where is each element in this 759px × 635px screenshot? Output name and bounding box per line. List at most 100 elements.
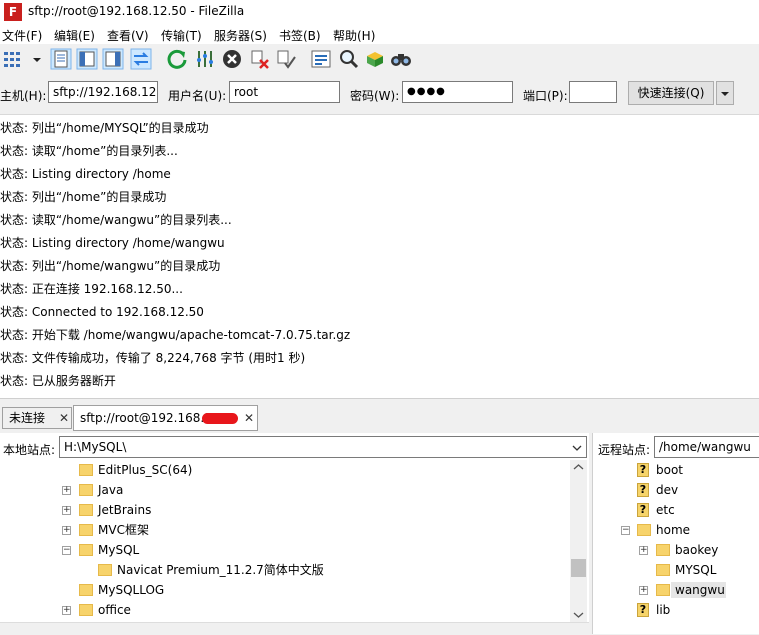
process-queue-icon[interactable]: [194, 48, 216, 70]
site-manager-icon[interactable]: [2, 48, 24, 70]
search-remote-files-icon[interactable]: [390, 48, 412, 70]
reconnect-icon[interactable]: [275, 48, 297, 70]
site-manager-dropdown-icon[interactable]: [26, 48, 41, 70]
expand-icon[interactable]: +: [62, 506, 71, 515]
menu-view[interactable]: 查看(V): [107, 27, 149, 44]
refresh-icon[interactable]: [166, 48, 188, 70]
tree-item[interactable]: − home: [593, 520, 759, 540]
local-file-list-header: [0, 622, 589, 635]
tree-item[interactable]: + MVC框架: [0, 520, 570, 540]
tree-item-label: MySQLLOG: [98, 583, 165, 597]
tab-not-connected[interactable]: 未连接 ✕: [2, 407, 72, 429]
menu-bar: 文件(F) 编辑(E) 查看(V) 传输(T) 服务器(S) 书签(B) 帮助(…: [0, 25, 759, 44]
close-icon[interactable]: ✕: [244, 406, 254, 430]
menu-edit[interactable]: 编辑(E): [54, 27, 95, 44]
tree-item[interactable]: − MySQL: [0, 540, 570, 560]
tree-item-label: baokey: [675, 543, 719, 557]
tree-item[interactable]: ? dev: [593, 480, 759, 500]
close-icon[interactable]: ✕: [59, 408, 69, 428]
tree-item[interactable]: + Java: [0, 480, 570, 500]
host-input[interactable]: sftp://192.168.12.50: [48, 81, 158, 103]
port-label: 端口(P):: [523, 89, 568, 103]
local-path-input[interactable]: H:\MySQL\: [59, 436, 587, 458]
unknown-folder-icon: ?: [637, 603, 649, 617]
menu-server[interactable]: 服务器(S): [214, 27, 267, 44]
tree-item[interactable]: + baokey: [593, 540, 759, 560]
tree-item[interactable]: ? lib: [593, 600, 759, 620]
remote-site-panel: 远程站点: /home/wangwu ? boot ? dev ? etc − …: [592, 433, 759, 634]
menu-help[interactable]: 帮助(H): [333, 27, 375, 44]
quickconnect-dropdown[interactable]: [716, 81, 734, 105]
tree-item-label: MySQL: [98, 543, 140, 557]
chevron-down-icon[interactable]: [572, 443, 582, 453]
cancel-operation-icon[interactable]: [221, 48, 243, 70]
tree-item-label: etc: [656, 503, 675, 517]
redaction-mark: [202, 413, 238, 424]
tree-item[interactable]: ? etc: [593, 500, 759, 520]
tab-label: sftp://root@192.168.1: [80, 411, 212, 425]
filezilla-logo-icon: F: [4, 3, 22, 21]
tree-item[interactable]: + office: [0, 600, 570, 620]
local-site-label: 本地站点:: [3, 443, 56, 457]
quickconnect-bar: 主机(H): sftp://192.168.12.50 用户名(U): root…: [0, 76, 759, 115]
toggle-transfer-queue-icon[interactable]: [130, 48, 152, 70]
folder-icon: [656, 564, 670, 576]
disconnect-icon[interactable]: [249, 48, 271, 70]
window-title: sftp://root@192.168.12.50 - FileZilla: [28, 4, 245, 18]
folder-icon: [656, 544, 670, 556]
tree-item[interactable]: + wangwu: [593, 580, 759, 600]
tree-item-label: dev: [656, 483, 679, 497]
tree-item-label: MVC框架: [98, 523, 149, 537]
scrollbar-thumb[interactable]: [571, 559, 586, 577]
tree-item[interactable]: MySQLLOG: [0, 580, 570, 600]
menu-transfer[interactable]: 传输(T): [161, 27, 202, 44]
folder-icon: [656, 584, 670, 596]
chevron-down-icon[interactable]: [573, 611, 584, 619]
log-line: 状态: Listing directory /home: [0, 167, 171, 181]
directory-comparison-icon[interactable]: [338, 48, 360, 70]
tab-sftp-connection[interactable]: sftp://root@192.168.1 ✕: [73, 405, 258, 431]
tree-item-label: Java: [98, 483, 124, 497]
log-line: 状态: Connected to 192.168.12.50: [0, 305, 204, 319]
chevron-up-icon[interactable]: [573, 463, 584, 471]
unknown-folder-icon: ?: [637, 503, 649, 517]
username-input[interactable]: root: [229, 81, 340, 103]
remote-path-input[interactable]: /home/wangwu: [654, 436, 759, 458]
toggle-local-tree-icon[interactable]: [76, 48, 98, 70]
tree-item[interactable]: Navicat Premium_11.2.7简体中文版: [0, 560, 570, 580]
tree-item[interactable]: + JetBrains: [0, 500, 570, 520]
log-line: 状态: 读取“/home/wangwu”的目录列表...: [0, 213, 232, 227]
expand-icon[interactable]: +: [639, 586, 648, 595]
tree-item-label: boot: [656, 463, 684, 477]
tree-item-label: JetBrains: [98, 503, 152, 517]
synchronized-browsing-icon[interactable]: [364, 48, 386, 70]
port-input[interactable]: [569, 81, 617, 103]
collapse-icon[interactable]: −: [62, 546, 71, 555]
unknown-folder-icon: ?: [637, 483, 649, 497]
unknown-folder-icon: ?: [637, 463, 649, 477]
menu-file[interactable]: 文件(F): [2, 27, 42, 44]
expand-icon[interactable]: +: [62, 486, 71, 495]
toggle-remote-tree-icon[interactable]: [102, 48, 124, 70]
tree-item-label: MYSQL: [675, 563, 717, 577]
directory-listing-filters-icon[interactable]: [310, 48, 332, 70]
menu-bookmarks[interactable]: 书签(B): [279, 27, 321, 44]
expand-icon[interactable]: +: [639, 546, 648, 555]
local-tree-scrollbar[interactable]: [570, 460, 587, 623]
host-label: 主机(H):: [0, 89, 47, 103]
tree-item[interactable]: MYSQL: [593, 560, 759, 580]
expand-icon[interactable]: +: [62, 526, 71, 535]
tree-item-label: lib: [656, 603, 671, 617]
folder-icon: [98, 564, 112, 576]
quickconnect-button[interactable]: 快速连接(Q): [628, 81, 714, 105]
toggle-message-log-icon[interactable]: [50, 48, 72, 70]
password-input[interactable]: ●●●●: [402, 81, 513, 103]
log-line: 状态: 开始下载 /home/wangwu/apache-tomcat-7.0.…: [0, 328, 351, 342]
collapse-icon[interactable]: −: [621, 526, 630, 535]
tree-item-label: Navicat Premium_11.2.7简体中文版: [117, 563, 324, 577]
tree-item[interactable]: ? boot: [593, 460, 759, 480]
tree-item-label: home: [656, 523, 691, 537]
log-line: 状态: 已从服务器断开: [0, 374, 116, 388]
expand-icon[interactable]: +: [62, 606, 71, 615]
tree-item[interactable]: EditPlus_SC(64): [0, 460, 570, 480]
